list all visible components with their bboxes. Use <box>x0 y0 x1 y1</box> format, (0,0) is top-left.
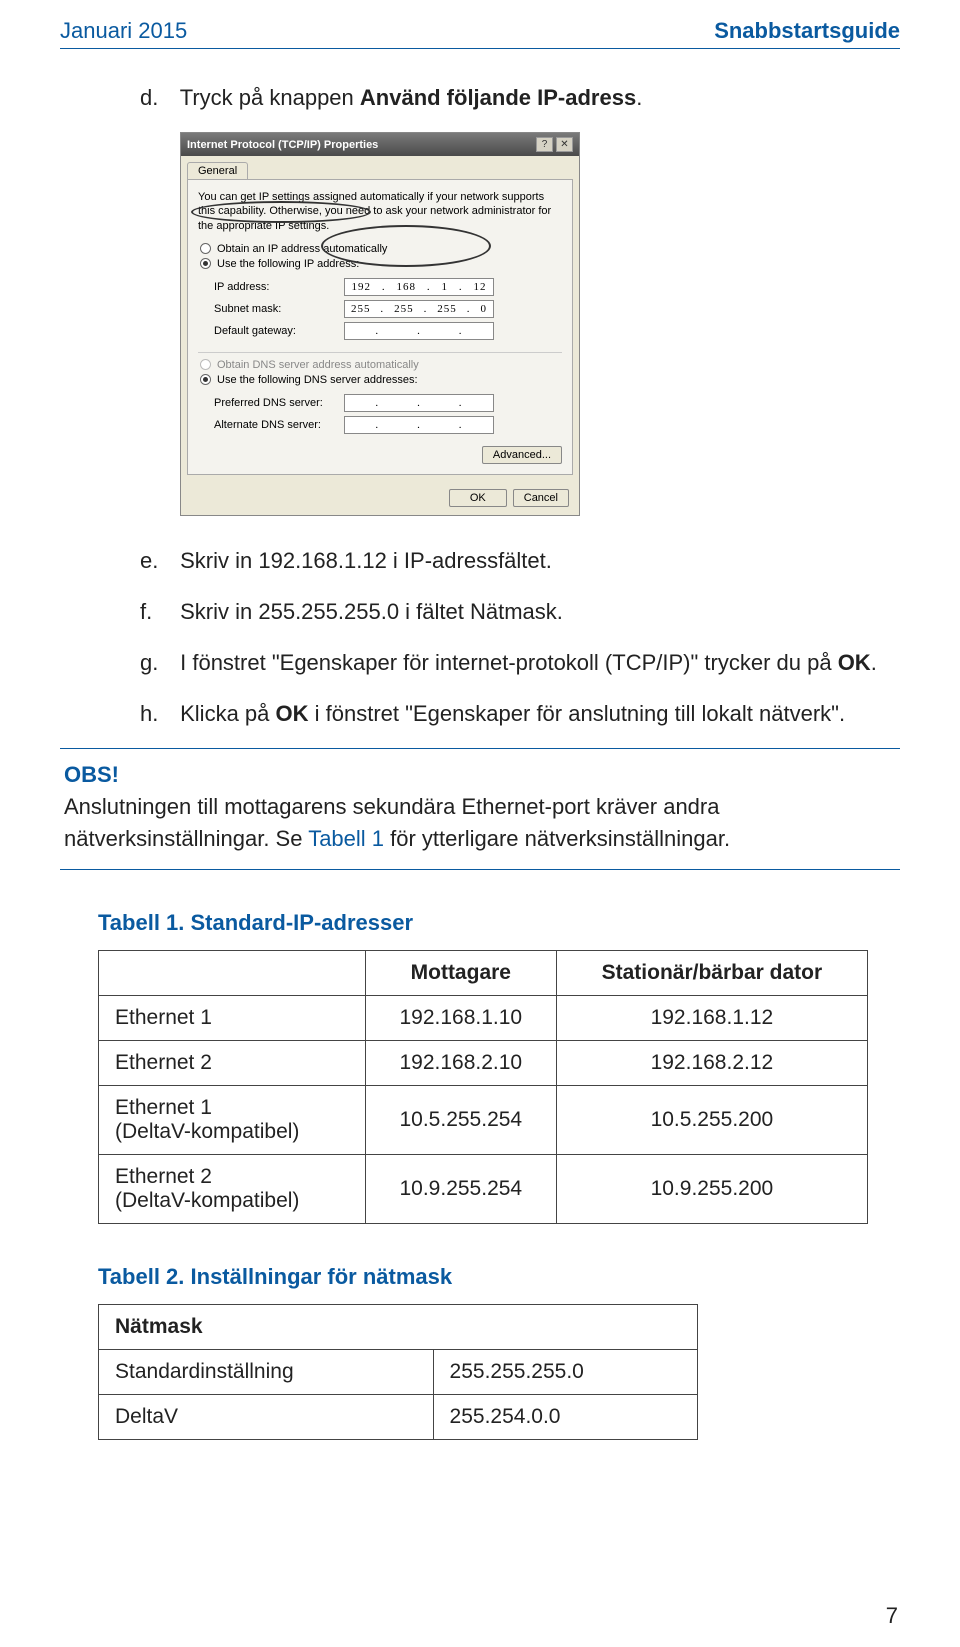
cell: Ethernet 2 <box>99 1040 366 1085</box>
obs-rule-bottom <box>60 869 900 870</box>
ip-address-field[interactable]: 192.168.1.12 <box>344 278 494 296</box>
subnet-mask-field[interactable]: 255.255.255.0 <box>344 300 494 318</box>
radio-use-dns[interactable] <box>200 374 211 385</box>
cell: Ethernet 1 (DeltaV-kompatibel) <box>99 1085 366 1154</box>
step-d-bold: Använd följande IP-adress <box>360 85 636 110</box>
table1-head-2: Stationär/bärbar dator <box>556 950 867 995</box>
step-e-text: Skriv in 192.168.1.12 i IP-adressfältet. <box>180 548 552 573</box>
table2-head: Nätmask <box>99 1304 698 1349</box>
step-d-pre: Tryck på knappen <box>180 85 360 110</box>
label-default-gateway: Default gateway: <box>214 325 344 337</box>
radio-use-ip-label: Use the following IP address: <box>217 258 359 270</box>
header-rule <box>60 48 900 49</box>
cell: Ethernet 2 (DeltaV-kompatibel) <box>99 1154 366 1223</box>
radio-use-ip[interactable] <box>200 258 211 269</box>
obs-text-2: för ytterligare nätverksinställningar. <box>384 826 730 851</box>
step-h: h. Klicka på OK i fönstret "Egenskaper f… <box>140 697 900 730</box>
table-row: Ethernet 1 (DeltaV-kompatibel) 10.5.255.… <box>99 1085 868 1154</box>
preferred-dns-field[interactable]: . . . <box>344 394 494 412</box>
dialog-description: You can get IP settings assigned automat… <box>198 190 562 233</box>
cell: 255.255.255.0 <box>433 1349 697 1394</box>
table1-head-0 <box>99 950 366 995</box>
ok-button[interactable]: OK <box>449 489 507 507</box>
table-row: Ethernet 2 (DeltaV-kompatibel) 10.9.255.… <box>99 1154 868 1223</box>
step-h-pre: Klicka på <box>180 701 275 726</box>
tcpip-dialog: Internet Protocol (TCP/IP) Properties ? … <box>180 132 580 516</box>
label-preferred-dns: Preferred DNS server: <box>214 397 344 409</box>
cell: 192.168.1.10 <box>365 995 556 1040</box>
radio-obtain-dns <box>200 359 211 370</box>
table2: Nätmask Standardinställning 255.255.255.… <box>98 1304 698 1440</box>
radio-obtain-dns-label: Obtain DNS server address automatically <box>217 359 419 371</box>
table1: Mottagare Stationär/bärbar dator Etherne… <box>98 950 868 1224</box>
obs-link-tabell1: Tabell 1 <box>308 826 384 851</box>
step-h-marker: h. <box>140 697 174 730</box>
cancel-button[interactable]: Cancel <box>513 489 569 507</box>
cell: 10.9.255.200 <box>556 1154 867 1223</box>
default-gateway-field[interactable]: . . . <box>344 322 494 340</box>
help-icon[interactable]: ? <box>536 137 553 152</box>
step-g: g. I fönstret "Egenskaper för internet-p… <box>140 646 900 679</box>
table-row: Standardinställning 255.255.255.0 <box>99 1349 698 1394</box>
step-f-marker: f. <box>140 595 174 628</box>
radio-use-dns-label: Use the following DNS server addresses: <box>217 374 418 386</box>
step-d-marker: d. <box>140 81 174 114</box>
step-g-bold: OK <box>838 650 871 675</box>
cell: 192.168.1.12 <box>556 995 867 1040</box>
label-ip-address: IP address: <box>214 281 344 293</box>
radio-obtain-ip[interactable] <box>200 243 211 254</box>
tab-general[interactable]: General <box>187 162 248 179</box>
cell: 192.168.2.12 <box>556 1040 867 1085</box>
cell: 10.9.255.254 <box>365 1154 556 1223</box>
obs-note: OBS! Anslutningen till mottagarens sekun… <box>60 749 900 869</box>
obs-title: OBS! <box>64 762 119 787</box>
page-number: 7 <box>886 1603 898 1629</box>
cell: Standardinställning <box>99 1349 434 1394</box>
header-date: Januari 2015 <box>60 18 187 44</box>
label-subnet-mask: Subnet mask: <box>214 303 344 315</box>
step-f: f. Skriv in 255.255.255.0 i fältet Nätma… <box>140 595 900 628</box>
table-row: DeltaV 255.254.0.0 <box>99 1394 698 1439</box>
dialog-titlebar: Internet Protocol (TCP/IP) Properties ? … <box>181 133 579 156</box>
step-g-pre: I fönstret "Egenskaper för internet-prot… <box>180 650 838 675</box>
cell: 10.5.255.200 <box>556 1085 867 1154</box>
table-row: Ethernet 2 192.168.2.10 192.168.2.12 <box>99 1040 868 1085</box>
step-f-text: Skriv in 255.255.255.0 i fältet Nätmask. <box>180 599 563 624</box>
step-d: d. Tryck på knappen Använd följande IP-a… <box>140 81 900 114</box>
cell: DeltaV <box>99 1394 434 1439</box>
step-d-post: . <box>636 85 642 110</box>
close-icon[interactable]: ✕ <box>556 137 573 152</box>
step-g-marker: g. <box>140 646 174 679</box>
header-guide-title: Snabbstartsguide <box>714 18 900 44</box>
cell: 255.254.0.0 <box>433 1394 697 1439</box>
table-row: Nätmask <box>99 1304 698 1349</box>
step-e: e. Skriv in 192.168.1.12 i IP-adressfält… <box>140 544 900 577</box>
step-g-post: . <box>871 650 877 675</box>
table-row: Mottagare Stationär/bärbar dator <box>99 950 868 995</box>
cell: 192.168.2.10 <box>365 1040 556 1085</box>
table-row: Ethernet 1 192.168.1.10 192.168.1.12 <box>99 995 868 1040</box>
label-alternate-dns: Alternate DNS server: <box>214 419 344 431</box>
step-h-post: i fönstret "Egenskaper för anslutning ti… <box>309 701 846 726</box>
advanced-button[interactable]: Advanced... <box>482 446 562 464</box>
table2-title: Tabell 2. Inställningar för nätmask <box>98 1264 900 1290</box>
step-e-marker: e. <box>140 544 174 577</box>
step-h-bold: OK <box>276 701 309 726</box>
alternate-dns-field[interactable]: . . . <box>344 416 494 434</box>
table1-head-1: Mottagare <box>365 950 556 995</box>
cell: 10.5.255.254 <box>365 1085 556 1154</box>
table1-title: Tabell 1. Standard-IP-adresser <box>98 910 900 936</box>
cell: Ethernet 1 <box>99 995 366 1040</box>
dialog-title: Internet Protocol (TCP/IP) Properties <box>187 139 378 151</box>
radio-obtain-ip-label: Obtain an IP address automatically <box>217 243 387 255</box>
